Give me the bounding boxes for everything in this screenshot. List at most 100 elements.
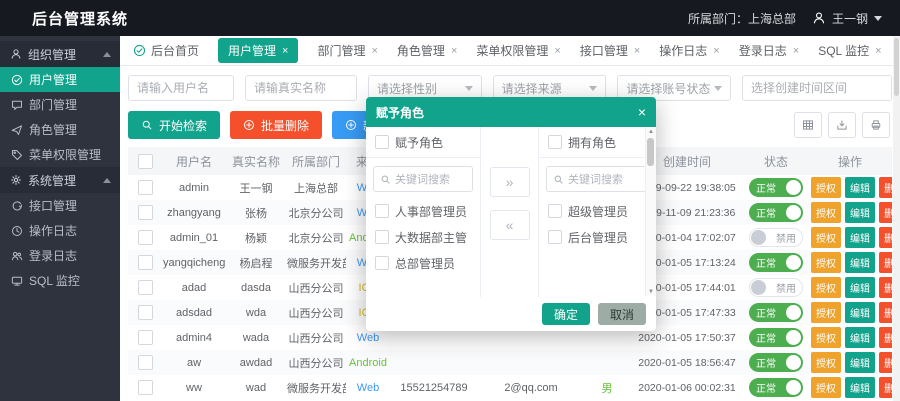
authorize-button[interactable]: 授权: [811, 302, 841, 323]
close-icon[interactable]: ×: [793, 45, 799, 57]
sidebar-item[interactable]: 登录日志: [0, 243, 120, 268]
edit-button[interactable]: 编辑: [845, 352, 875, 373]
delete-button[interactable]: 删除: [879, 202, 892, 223]
delete-button[interactable]: 删除: [879, 302, 892, 323]
sidebar-group[interactable]: 系统管理: [0, 167, 120, 193]
export-icon[interactable]: [828, 112, 856, 138]
move-right-button[interactable]: »: [490, 167, 530, 197]
panel-select-all-checkbox[interactable]: [375, 135, 389, 149]
sidebar-item[interactable]: 接口管理: [0, 193, 120, 218]
edit-button[interactable]: 编辑: [845, 302, 875, 323]
authorize-button[interactable]: 授权: [811, 252, 841, 273]
scroll-down-icon[interactable]: ▼: [646, 288, 656, 296]
user-menu[interactable]: 王一钢: [812, 10, 882, 27]
status-toggle[interactable]: 正常: [749, 378, 803, 397]
delete-button[interactable]: 删除: [879, 377, 892, 398]
tab[interactable]: 接口管理×: [580, 42, 640, 59]
batch-delete-button[interactable]: 批量删除: [230, 111, 322, 139]
status-toggle[interactable]: 正常: [749, 203, 803, 222]
row-checkbox[interactable]: [138, 205, 153, 220]
close-icon[interactable]: ×: [554, 45, 560, 57]
delete-button[interactable]: 删除: [879, 177, 892, 198]
edit-button[interactable]: 编辑: [845, 252, 875, 273]
tab[interactable]: 登录日志×: [739, 42, 799, 59]
role-checkbox[interactable]: [375, 256, 389, 270]
delete-button[interactable]: 删除: [879, 352, 892, 373]
role-option[interactable]: 超级管理员: [539, 198, 656, 224]
row-checkbox[interactable]: [138, 230, 153, 245]
role-checkbox[interactable]: [548, 230, 562, 244]
tab[interactable]: 部门管理×: [317, 42, 377, 59]
close-icon[interactable]: ×: [875, 45, 881, 57]
authorize-button[interactable]: 授权: [811, 377, 841, 398]
edit-button[interactable]: 编辑: [845, 202, 875, 223]
row-checkbox[interactable]: [138, 305, 153, 320]
close-icon[interactable]: ×: [713, 45, 719, 57]
tab[interactable]: 操作日志×: [659, 42, 719, 59]
role-checkbox[interactable]: [375, 230, 389, 244]
close-icon[interactable]: ×: [638, 104, 646, 120]
delete-button[interactable]: 删除: [879, 277, 892, 298]
status-toggle[interactable]: 禁用: [749, 228, 803, 247]
sidebar-item[interactable]: 用户管理: [0, 67, 120, 92]
move-left-button[interactable]: «: [490, 210, 530, 240]
authorize-button[interactable]: 授权: [811, 227, 841, 248]
filter-input[interactable]: [742, 75, 892, 101]
grid-icon[interactable]: [794, 112, 822, 138]
modal-scrollbar[interactable]: ▲ ▼: [645, 128, 656, 296]
delete-button[interactable]: 删除: [879, 252, 892, 273]
role-option[interactable]: 后台管理员: [539, 224, 656, 250]
close-icon[interactable]: ×: [371, 45, 377, 57]
keyword-search-input[interactable]: 关键词搜索: [546, 166, 649, 192]
status-toggle[interactable]: 禁用: [749, 278, 803, 297]
print-icon[interactable]: [862, 112, 890, 138]
role-option[interactable]: 总部管理员: [366, 250, 480, 276]
row-checkbox[interactable]: [138, 180, 153, 195]
select-all-checkbox[interactable]: [138, 154, 153, 169]
keyword-search-input[interactable]: 关键词搜索: [373, 166, 473, 192]
status-toggle[interactable]: 正常: [749, 303, 803, 322]
modal-confirm-button[interactable]: 确定: [542, 303, 590, 325]
row-checkbox[interactable]: [138, 355, 153, 370]
panel-select-all-checkbox[interactable]: [548, 135, 562, 149]
role-checkbox[interactable]: [548, 204, 562, 218]
row-checkbox[interactable]: [138, 330, 153, 345]
role-option[interactable]: 人事部管理员: [366, 198, 480, 224]
status-toggle[interactable]: 正常: [749, 328, 803, 347]
filter-input[interactable]: [128, 75, 234, 101]
close-icon[interactable]: ×: [634, 45, 640, 57]
tab[interactable]: 用户管理×: [218, 38, 298, 63]
delete-button[interactable]: 删除: [879, 227, 892, 248]
sidebar-item[interactable]: SQL 监控: [0, 268, 120, 293]
search-button[interactable]: 开始检索: [128, 111, 220, 139]
edit-button[interactable]: 编辑: [845, 277, 875, 298]
page-scrollbar[interactable]: [893, 36, 900, 401]
sidebar-item[interactable]: 部门管理: [0, 92, 120, 117]
tab[interactable]: 角色管理×: [397, 42, 457, 59]
row-checkbox[interactable]: [138, 255, 153, 270]
sidebar-item[interactable]: 操作日志: [0, 218, 120, 243]
row-checkbox[interactable]: [138, 280, 153, 295]
tab[interactable]: 菜单权限管理×: [476, 42, 560, 59]
tab-home[interactable]: 后台首页: [133, 42, 199, 59]
tab[interactable]: SQL 监控×: [818, 42, 881, 59]
sidebar-group[interactable]: 组织管理: [0, 41, 120, 67]
authorize-button[interactable]: 授权: [811, 202, 841, 223]
role-checkbox[interactable]: [375, 204, 389, 218]
modal-cancel-button[interactable]: 取消: [598, 303, 646, 325]
authorize-button[interactable]: 授权: [811, 352, 841, 373]
status-toggle[interactable]: 正常: [749, 353, 803, 372]
authorize-button[interactable]: 授权: [811, 327, 841, 348]
edit-button[interactable]: 编辑: [845, 377, 875, 398]
edit-button[interactable]: 编辑: [845, 327, 875, 348]
edit-button[interactable]: 编辑: [845, 227, 875, 248]
authorize-button[interactable]: 授权: [811, 177, 841, 198]
authorize-button[interactable]: 授权: [811, 277, 841, 298]
sidebar-item[interactable]: 菜单权限管理: [0, 142, 120, 167]
sidebar-item[interactable]: 角色管理: [0, 117, 120, 142]
filter-input[interactable]: [245, 75, 357, 101]
edit-button[interactable]: 编辑: [845, 177, 875, 198]
role-option[interactable]: 大数据部主管: [366, 224, 480, 250]
scroll-up-icon[interactable]: ▲: [646, 128, 656, 136]
delete-button[interactable]: 删除: [879, 327, 892, 348]
